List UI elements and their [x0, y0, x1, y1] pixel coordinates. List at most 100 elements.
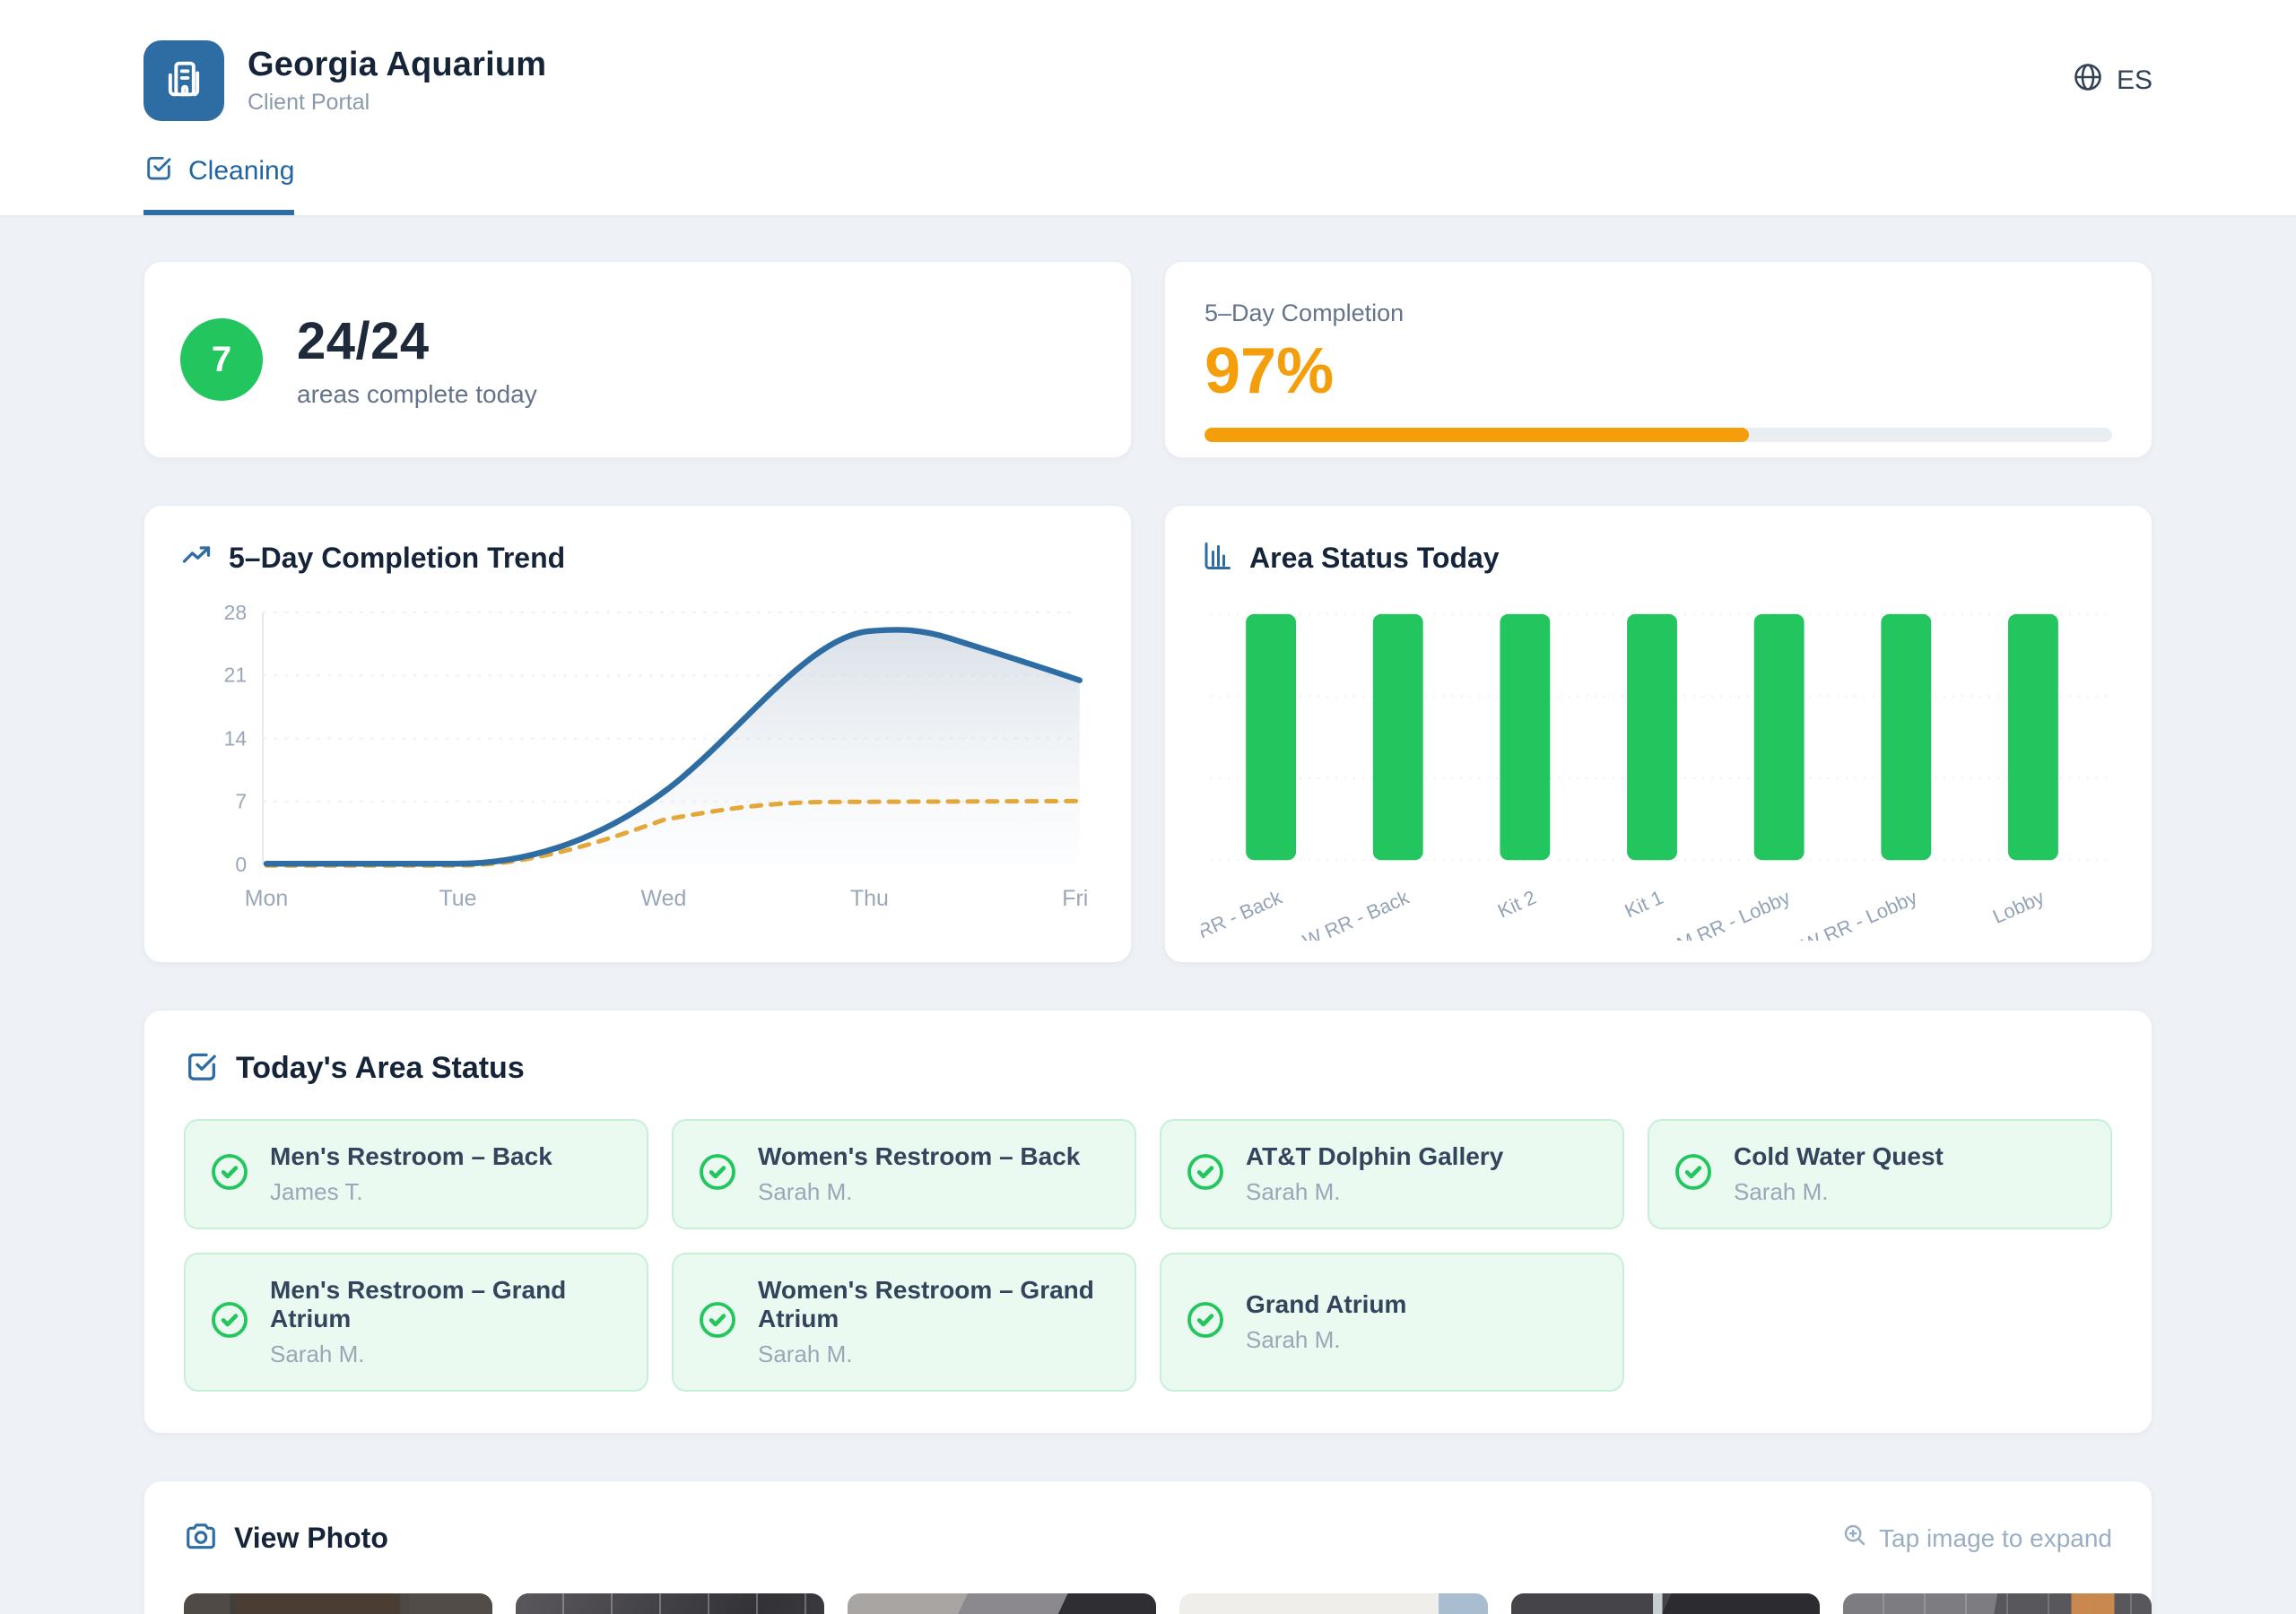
photo-thumbnail[interactable]: [184, 1593, 492, 1614]
area-person: Sarah M.: [758, 1341, 1111, 1368]
zoom-in-icon: [1841, 1522, 1868, 1555]
bar-label: Kit 1: [1622, 886, 1666, 923]
completion-percent: 97%: [1205, 334, 2112, 408]
area-tile[interactable]: Women's Restroom – Back Sarah M.: [672, 1119, 1136, 1229]
photo-strip: [184, 1593, 2112, 1614]
bar-label: W RR - Lobby: [1798, 886, 1920, 941]
bar: [1373, 614, 1423, 860]
area-person: Sarah M.: [270, 1341, 623, 1368]
area-name: Cold Water Quest: [1734, 1142, 1944, 1171]
x-label: Fri: [1062, 886, 1088, 911]
area-tile[interactable]: Women's Restroom – Grand Atrium Sarah M.: [672, 1253, 1136, 1392]
area-name: Men's Restroom – Back: [270, 1142, 552, 1171]
charts-row: 5–Day Completion Trend: [144, 505, 2152, 963]
page-title: Georgia Aquarium: [248, 46, 546, 84]
trend-line-chart: 0 7 14 21 28 Mon Tue Wed Thu Fri: [180, 587, 1095, 941]
area-person: James T.: [270, 1178, 552, 1206]
check-square-icon: [184, 1048, 220, 1089]
check-circle-icon: [209, 1151, 250, 1197]
tap-to-expand-hint: Tap image to expand: [1841, 1522, 2112, 1555]
y-tick: 14: [224, 727, 248, 751]
check-circle-icon: [1185, 1151, 1226, 1197]
area-status-bar-chart: M RR - Back W RR - Back Kit 2 Kit 1 M RR…: [1201, 587, 2116, 941]
photo-thumbnail[interactable]: [1843, 1593, 2152, 1614]
check-square-icon: [144, 152, 174, 190]
main-content: 7 24/24 areas complete today 5–Day Compl…: [0, 216, 2296, 1614]
language-switcher[interactable]: ES: [2072, 61, 2152, 100]
tab-bar: Cleaning: [144, 134, 2152, 215]
area-tile-grid: Men's Restroom – Back James T. Women's R…: [184, 1119, 2112, 1392]
bar-label: Kit 2: [1494, 886, 1539, 923]
area-name: Women's Restroom – Grand Atrium: [758, 1276, 1111, 1333]
trend-chart-card: 5–Day Completion Trend: [144, 505, 1132, 963]
tab-cleaning[interactable]: Cleaning: [144, 152, 294, 215]
area-name: AT&T Dolphin Gallery: [1246, 1142, 1503, 1171]
bar: [1500, 614, 1550, 860]
building-icon: [161, 56, 207, 107]
trending-up-icon: [180, 540, 213, 577]
x-label: Mon: [245, 886, 288, 911]
language-code: ES: [2117, 65, 2152, 96]
area-person: Sarah M.: [758, 1178, 1080, 1206]
area-name: Men's Restroom – Grand Atrium: [270, 1276, 623, 1333]
completed-caption: areas complete today: [297, 380, 537, 409]
bar: [1246, 614, 1296, 860]
area-status-chart-card: Area Status Today M RR - Back W RR - Bac…: [1164, 505, 2152, 963]
trend-chart-title: 5–Day Completion Trend: [229, 542, 565, 575]
five-day-completion-card: 5–Day Completion 97%: [1164, 261, 2152, 458]
brand: Georgia Aquarium Client Portal: [144, 40, 546, 121]
check-circle-icon: [209, 1299, 250, 1345]
completed-ratio: 24/24: [297, 311, 537, 371]
bar-label: W RR - Back: [1300, 886, 1413, 941]
area-status-chart-title: Area Status Today: [1249, 542, 1500, 575]
x-label: Thu: [850, 886, 889, 911]
x-label: Tue: [439, 886, 476, 911]
area-person: Sarah M.: [1734, 1178, 1944, 1206]
top-bar: Georgia Aquarium Client Portal ES: [0, 0, 2296, 216]
summary-row: 7 24/24 areas complete today 5–Day Compl…: [144, 261, 2152, 458]
area-tile[interactable]: Men's Restroom – Grand Atrium Sarah M.: [184, 1253, 648, 1392]
area-tile[interactable]: Men's Restroom – Back James T.: [184, 1119, 648, 1229]
y-tick: 28: [224, 601, 248, 624]
areas-complete-card: 7 24/24 areas complete today: [144, 261, 1132, 458]
tab-cleaning-label: Cleaning: [188, 156, 294, 187]
camera-icon: [184, 1519, 218, 1558]
area-name: Grand Atrium: [1246, 1290, 1406, 1319]
check-circle-icon: [1673, 1151, 1714, 1197]
completion-label: 5–Day Completion: [1205, 299, 2112, 327]
today-area-status-title: Today's Area Status: [236, 1051, 525, 1086]
check-circle-icon: [697, 1151, 738, 1197]
bar-label: M RR - Lobby: [1674, 886, 1794, 941]
area-person: Sarah M.: [1246, 1178, 1503, 1206]
check-circle-icon: [1185, 1299, 1226, 1345]
completion-progress-track: [1205, 428, 2112, 442]
y-tick: 7: [235, 789, 247, 812]
areas-count-badge: 7: [180, 318, 263, 401]
area-tile[interactable]: Cold Water Quest Sarah M.: [1648, 1119, 2112, 1229]
view-photo-card: View Photo Tap image to expand: [144, 1480, 2152, 1614]
tap-to-expand-label: Tap image to expand: [1879, 1524, 2112, 1553]
x-label: Wed: [641, 886, 687, 911]
globe-icon: [2072, 61, 2104, 100]
completion-progress-fill: [1205, 428, 1749, 442]
bar: [1754, 614, 1805, 860]
bar-label: Lobby: [1989, 886, 2048, 928]
view-photo-title: View Photo: [234, 1522, 388, 1555]
area-tile[interactable]: AT&T Dolphin Gallery Sarah M.: [1160, 1119, 1624, 1229]
check-circle-icon: [697, 1299, 738, 1345]
bar: [1881, 614, 1931, 860]
today-area-status-card: Today's Area Status Men's Restroom – Bac…: [144, 1010, 2152, 1434]
photo-thumbnail[interactable]: [1511, 1593, 1820, 1614]
app-logo: [144, 40, 224, 121]
photo-thumbnail[interactable]: [516, 1593, 824, 1614]
bar-label: M RR - Back: [1201, 886, 1285, 941]
y-tick: 21: [224, 664, 248, 687]
bar: [1627, 614, 1677, 860]
photo-thumbnail[interactable]: [1179, 1593, 1488, 1614]
photo-thumbnail[interactable]: [848, 1593, 1156, 1614]
area-name: Women's Restroom – Back: [758, 1142, 1080, 1171]
area-person: Sarah M.: [1246, 1326, 1406, 1354]
bar: [2008, 614, 2058, 860]
area-tile[interactable]: Grand Atrium Sarah M.: [1160, 1253, 1624, 1392]
page-subtitle: Client Portal: [248, 90, 546, 116]
